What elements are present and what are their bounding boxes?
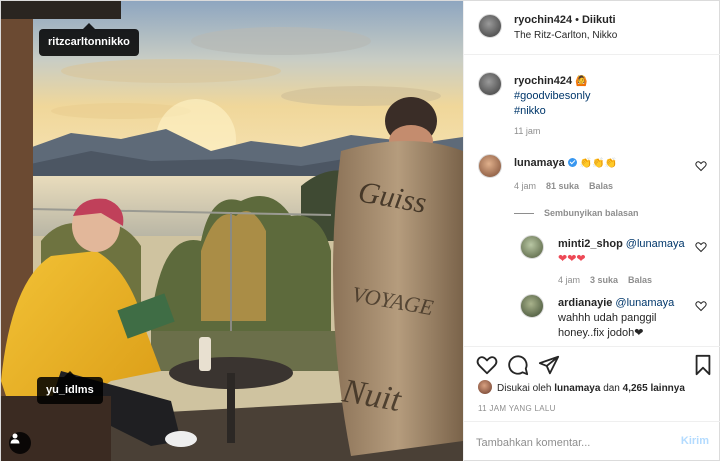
hashtag-nikko[interactable]: #nikko	[514, 104, 590, 119]
reply-like-heart-icon[interactable]	[695, 300, 707, 312]
user-tags-icon[interactable]	[9, 432, 31, 454]
comment-avatar[interactable]	[478, 154, 502, 178]
header-separator-dot: •	[575, 14, 579, 26]
liked-by-join: dan	[603, 383, 620, 394]
reply-text: ardianayie @lunamaya wahhh udah panggil h…	[558, 296, 674, 341]
reply-avatar[interactable]	[520, 294, 544, 318]
caption-emoji: 🙆	[575, 76, 588, 87]
hide-replies-label: Sembunyikan balasan	[544, 208, 639, 218]
reply-like-heart-icon[interactable]	[695, 241, 707, 253]
reply-username[interactable]: ardianayie	[558, 297, 612, 309]
caption-text: ryochin424 🙆 #goodvibesonly #nikko	[514, 74, 590, 119]
header-location[interactable]: The Ritz-Carlton, Nikko	[514, 30, 617, 41]
comments-list[interactable]: ryochin424 🙆 #goodvibesonly #nikko 11 jam…	[464, 56, 720, 346]
post-comment-button[interactable]: Kirim	[681, 435, 709, 447]
caption-time: 11 jam	[514, 126, 541, 136]
comment-body: 👏👏👏	[579, 158, 618, 169]
heart-icon[interactable]	[476, 354, 498, 376]
verified-badge-icon	[567, 158, 577, 167]
header-avatar[interactable]	[478, 14, 502, 38]
comment-time: 4 jam	[514, 181, 537, 191]
reply-likes[interactable]: 3 suka	[590, 275, 618, 285]
liked-by-prefix: Disukai oleh	[497, 383, 552, 394]
reply-mention[interactable]: @lunamaya	[615, 297, 674, 309]
comment-icon[interactable]	[507, 354, 529, 376]
reply-body-line-1: wahhh udah panggil	[558, 312, 657, 324]
reply-text: minti2_shop @lunamaya ❤❤❤	[558, 237, 685, 267]
hide-replies-toggle[interactable]: Sembunyikan balasan	[514, 208, 639, 218]
comment-reply-button[interactable]: Balas	[589, 181, 613, 191]
user-tag-ritzcarltonnikko[interactable]: ritzcarltonnikko	[39, 23, 139, 56]
caption-username[interactable]: ryochin424	[514, 75, 572, 87]
liked-by-line: Disukai oleh lunamaya dan 4,265 lainnya	[478, 380, 685, 394]
reply-reply-button[interactable]: Balas	[628, 275, 652, 285]
person-icon	[10, 433, 20, 444]
bookmark-icon[interactable]	[692, 354, 714, 376]
comment-input[interactable]	[476, 434, 666, 452]
reply-username[interactable]: minti2_shop	[558, 238, 623, 250]
post-actions: Disukai oleh lunamaya dan 4,265 lainnya …	[464, 346, 720, 421]
post-photo[interactable]: Guiss VOYAGE Nuit ritzcarltonnikko yu_id…	[1, 1, 463, 461]
comment-likes[interactable]: 81 suka	[546, 181, 579, 191]
reply-avatar[interactable]	[520, 235, 544, 259]
post-details-panel: ryochin424 • Diikuti The Ritz-Carlton, Nik…	[463, 1, 720, 461]
reply-body: ❤❤❤	[558, 253, 586, 265]
user-tag-yu-idlms[interactable]: yu_idlms	[37, 371, 103, 404]
follow-status-button[interactable]: Diikuti	[582, 14, 616, 26]
reply-mention[interactable]: @lunamaya	[626, 238, 685, 250]
post-date[interactable]: 11 JAM YANG LALU	[478, 404, 556, 413]
caption-avatar[interactable]	[478, 72, 502, 96]
reply-meta: 4 jam 3 suka Balas	[558, 275, 662, 285]
comment-text: lunamaya 👏👏👏	[514, 156, 617, 171]
header-user-line: ryochin424 • Diikuti	[514, 14, 616, 26]
instagram-post-modal: Guiss VOYAGE Nuit ritzcarltonnikko yu_id…	[0, 0, 720, 461]
share-icon[interactable]	[538, 354, 560, 376]
hide-replies-line	[514, 213, 534, 215]
liked-by-count[interactable]: 4,265 lainnya	[623, 383, 685, 394]
liked-by-avatar[interactable]	[478, 380, 492, 394]
liked-by-user[interactable]: lunamaya	[554, 383, 600, 394]
comment-meta: 4 jam 81 suka Balas	[514, 181, 623, 191]
comment-like-heart-icon[interactable]	[695, 160, 707, 172]
reply-time: 4 jam	[558, 275, 581, 285]
hashtag-goodvibesonly[interactable]: #goodvibesonly	[514, 89, 590, 104]
caption-meta: 11 jam	[514, 126, 550, 136]
comment-username[interactable]: lunamaya	[514, 157, 565, 169]
add-comment-bar: Kirim	[464, 421, 720, 461]
reply-body-line-2: honey..fix jodoh❤	[558, 327, 644, 339]
post-header: ryochin424 • Diikuti The Ritz-Carlton, Nik…	[464, 1, 720, 55]
header-username[interactable]: ryochin424	[514, 14, 572, 26]
